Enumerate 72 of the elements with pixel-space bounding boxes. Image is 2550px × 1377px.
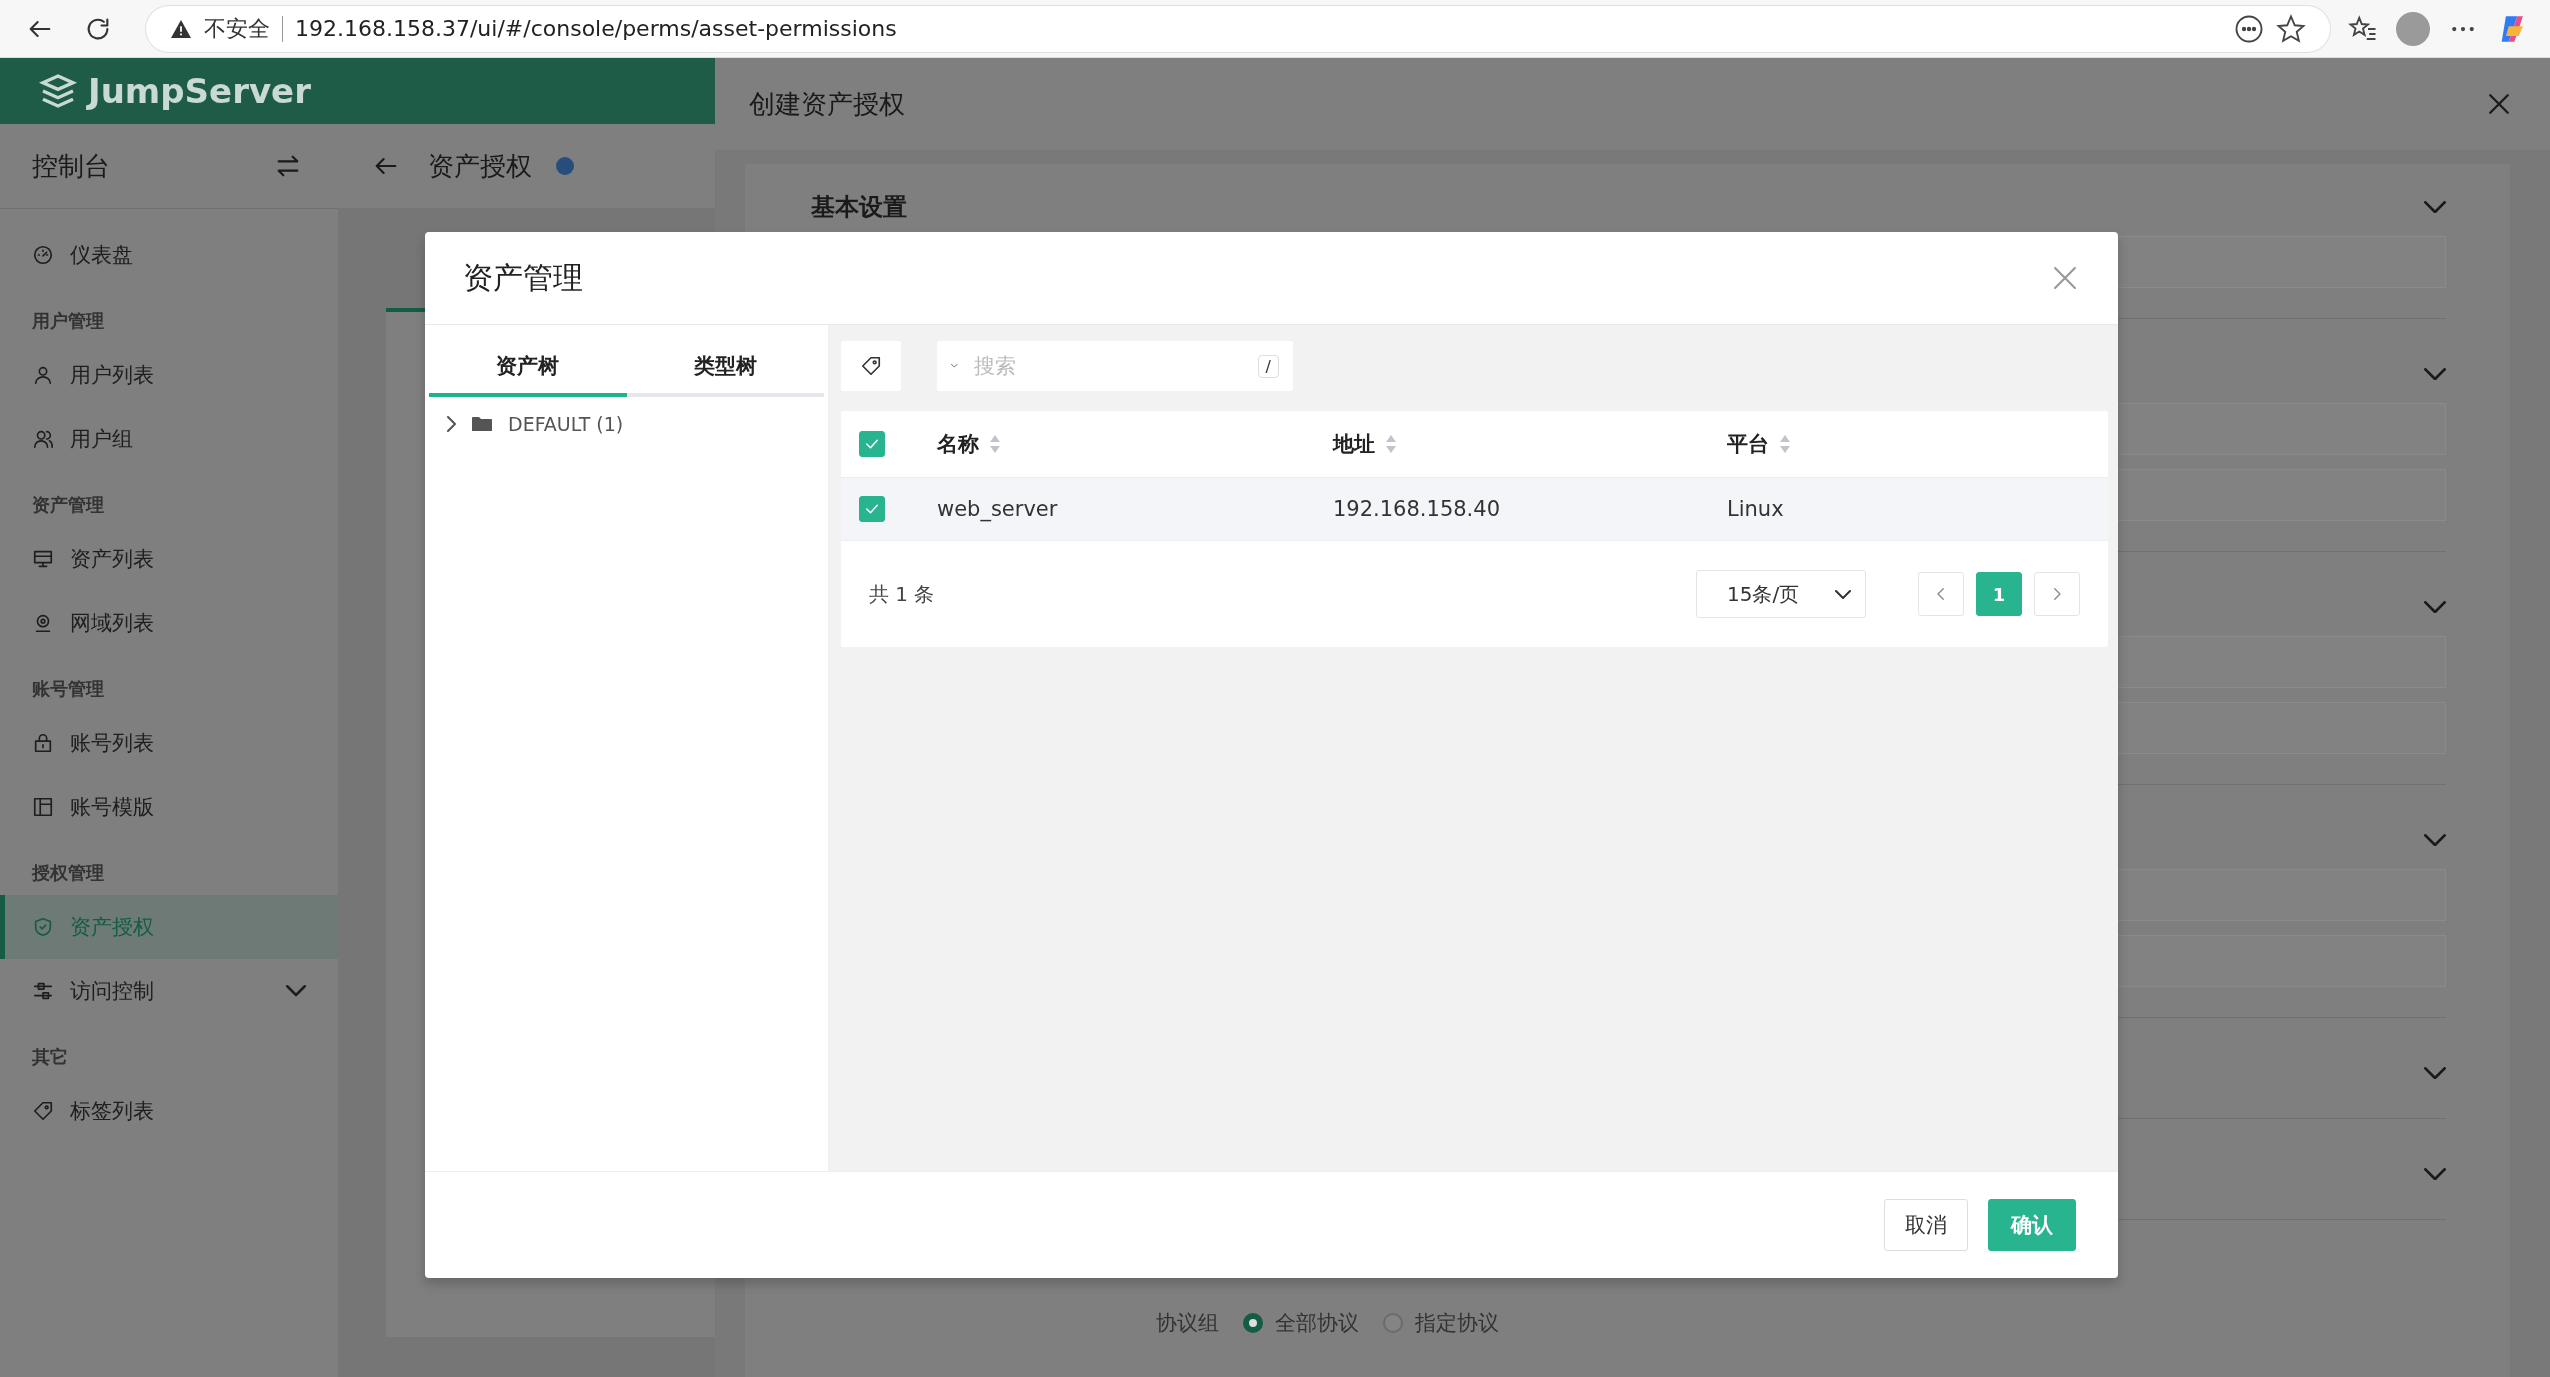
drawer-title: 创建资产授权 <box>749 87 905 121</box>
nav-heading: 授权管理 <box>31 861 105 885</box>
confirm-button[interactable]: 确认 <box>1988 1199 2076 1251</box>
column-header[interactable]: 名称 <box>937 430 979 458</box>
nav-heading: 账号管理 <box>31 677 105 701</box>
more-circle-icon[interactable] <box>2234 13 2264 44</box>
radio-option[interactable]: 全部协议 <box>1243 1309 1359 1337</box>
folder-icon <box>472 415 492 433</box>
search-input[interactable]: 搜索 <box>971 353 1244 379</box>
gauge-icon <box>32 244 54 266</box>
checkbox[interactable] <box>859 496 885 522</box>
warning-icon <box>170 18 192 39</box>
page-button[interactable]: 1 <box>1976 572 2022 616</box>
nav-item[interactable]: 账号列表 <box>0 711 338 775</box>
sidebar-title: 控制台 <box>32 149 110 183</box>
tab[interactable]: 资产树 <box>429 339 627 397</box>
tree-node[interactable]: DEFAULT (1) <box>425 397 828 451</box>
padlock-icon <box>32 732 54 754</box>
nav-heading: 用户管理 <box>31 309 105 333</box>
page-title: 资产授权 <box>428 149 532 183</box>
nav-item[interactable]: 仪表盘 <box>0 223 338 287</box>
column-header[interactable]: 地址 <box>1333 430 1375 458</box>
nav-item[interactable]: 资产列表 <box>0 527 338 591</box>
radio-option[interactable]: 指定协议 <box>1383 1309 1499 1337</box>
nav-item[interactable]: 用户列表 <box>0 343 338 407</box>
dialog-title: 资产管理 <box>463 258 583 297</box>
address-bar[interactable]: 不安全 192.168.158.37/ui/#/console/perms/asset-permissions <box>146 5 2330 52</box>
field-label: 协议组 <box>1156 1310 1219 1337</box>
tag-filter-button[interactable] <box>841 341 901 391</box>
table-cell-text: Linux <box>1727 497 1785 521</box>
caret-icon <box>447 416 456 432</box>
info-icon <box>556 157 574 175</box>
nav-heading: 其它 <box>31 1045 69 1069</box>
tag-icon <box>32 1100 54 1122</box>
tag-icon <box>860 355 882 377</box>
avatar[interactable] <box>2396 11 2430 46</box>
chevron-icon <box>2424 1066 2446 1080</box>
tab[interactable]: 类型树 <box>626 339 824 397</box>
url-text: 192.168.158.37/ui/#/console/perms/asset-permissions <box>295 16 898 41</box>
section-title: 基本设置 <box>811 192 907 222</box>
security-label: 不安全 <box>204 14 270 43</box>
people-icon <box>32 428 54 450</box>
nav-item[interactable]: 网域列表 <box>0 591 338 655</box>
chevron-icon <box>286 985 306 997</box>
monitor-icon <box>32 548 54 570</box>
nav-item[interactable]: 标签列表 <box>0 1079 338 1143</box>
page-size-select[interactable]: 15条/页 <box>1696 570 1866 618</box>
chevron-icon <box>2424 367 2446 381</box>
nav-item[interactable]: 访问控制 <box>0 959 338 1023</box>
template-icon <box>32 796 54 818</box>
total-count: 共 1 条 <box>869 580 936 608</box>
cancel-button[interactable]: 取消 <box>1884 1199 1968 1251</box>
nav-item[interactable]: 账号模版 <box>0 775 338 839</box>
shield-icon <box>32 916 54 938</box>
nav-item[interactable]: 用户组 <box>0 407 338 471</box>
logo-text: JumpServer <box>88 71 311 111</box>
chevron-icon <box>2424 200 2446 214</box>
sliders-icon <box>32 980 54 1002</box>
star-icon[interactable] <box>2276 13 2306 44</box>
shortcut-key: / <box>1257 354 1279 378</box>
search-field[interactable]: 搜索 / <box>937 341 1293 391</box>
chevron-icon <box>2424 833 2446 847</box>
person-icon <box>32 364 54 386</box>
column-header[interactable]: 平台 <box>1727 430 1769 458</box>
chevron-icon <box>2424 1167 2446 1181</box>
nav-heading: 资产管理 <box>31 493 105 517</box>
stack-icon <box>38 71 78 111</box>
chevron-icon <box>2424 600 2446 614</box>
caret-icon <box>1835 589 1851 599</box>
table-cell-text: web_server <box>937 497 1059 521</box>
checkbox[interactable] <box>859 431 885 457</box>
table-cell-text: 192.168.158.40 <box>1333 497 1501 521</box>
